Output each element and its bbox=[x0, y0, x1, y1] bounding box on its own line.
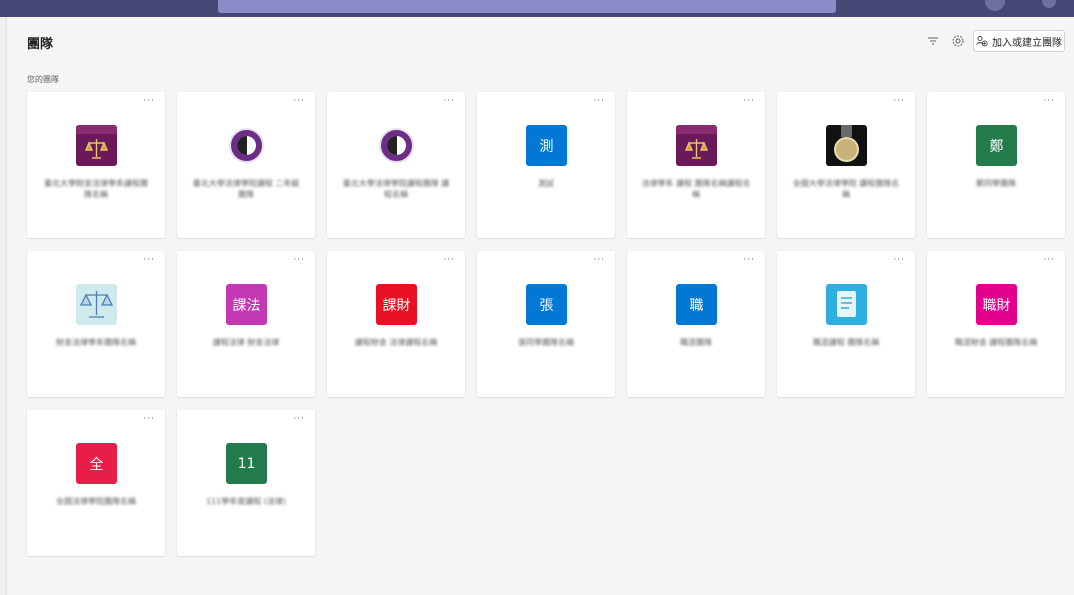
search-bar[interactable] bbox=[218, 0, 836, 13]
team-card[interactable]: ··· 全全國法律學院團隊名稱 bbox=[27, 410, 165, 556]
team-name: 財金法律學系團隊名稱 bbox=[56, 338, 136, 347]
university-seal-icon bbox=[376, 125, 417, 166]
more-options-icon[interactable]: ··· bbox=[293, 255, 305, 265]
more-options-icon[interactable]: ··· bbox=[293, 96, 305, 106]
team-name: 全國大學法律學院 課程團隊名稱 bbox=[792, 179, 900, 199]
join-button-label: 加入或建立團隊 bbox=[992, 37, 1062, 49]
your-teams-label: 您的團隊 bbox=[27, 75, 59, 84]
more-options-icon[interactable]: ··· bbox=[443, 255, 455, 265]
team-card[interactable]: ··· 財金法律學系團隊名稱 bbox=[27, 251, 165, 397]
team-avatar: 張 bbox=[526, 284, 567, 325]
team-name: 課程財金 法律課程名稱 bbox=[354, 338, 438, 347]
team-name: 臺北大學法律學院課程 二年級團隊 bbox=[192, 179, 300, 199]
team-name: 全國法律學院團隊名稱 bbox=[56, 497, 136, 506]
team-name: 職涯團隊 bbox=[680, 338, 712, 347]
team-card[interactable]: ··· 課法課程法律 財金法律 bbox=[177, 251, 315, 397]
join-or-create-team-button[interactable]: 加入或建立團隊 bbox=[973, 30, 1065, 52]
team-name: 測試 bbox=[538, 179, 554, 188]
user-avatar[interactable] bbox=[985, 0, 1005, 11]
team-name: 張同學團隊名稱 bbox=[518, 338, 574, 347]
team-card[interactable]: ··· 測測試 bbox=[477, 92, 615, 238]
team-card[interactable]: ··· 職職涯團隊 bbox=[627, 251, 765, 397]
team-name: 鄭同學團隊 bbox=[976, 179, 1016, 188]
team-avatar: 課財 bbox=[376, 284, 417, 325]
more-options-icon[interactable]: ··· bbox=[1043, 96, 1055, 106]
more-options-icon[interactable]: ··· bbox=[1043, 255, 1055, 265]
team-name: 臺北大學法律學院課程團隊 課程名稱 bbox=[342, 179, 450, 199]
team-card[interactable]: ··· 職財職涯財金 課程團隊名稱 bbox=[927, 251, 1065, 397]
more-options-icon[interactable]: ··· bbox=[443, 96, 455, 106]
filter-icon[interactable] bbox=[925, 33, 941, 49]
status-indicator bbox=[1042, 0, 1056, 8]
team-avatar: 職 bbox=[676, 284, 717, 325]
team-name: 111學年度課程 (法律) bbox=[205, 497, 287, 506]
university-crest-icon bbox=[76, 125, 117, 166]
team-name: 臺北大學財金法律學系課程團隊名稱 bbox=[44, 179, 148, 199]
team-card[interactable]: ··· 臺北大學財金法律學系課程團隊名稱 bbox=[27, 92, 165, 238]
more-options-icon[interactable]: ··· bbox=[743, 255, 755, 265]
more-options-icon[interactable]: ··· bbox=[593, 255, 605, 265]
more-options-icon[interactable]: ··· bbox=[593, 96, 605, 106]
more-options-icon[interactable]: ··· bbox=[743, 96, 755, 106]
more-options-icon[interactable]: ··· bbox=[143, 414, 155, 424]
page-title: 團隊 bbox=[27, 37, 54, 52]
team-name: 職涯課程 團隊名稱 bbox=[812, 338, 880, 347]
team-avatar: 課法 bbox=[226, 284, 267, 325]
team-card[interactable]: ··· 課財課程財金 法律課程名稱 bbox=[327, 251, 465, 397]
team-avatar: 測 bbox=[526, 125, 567, 166]
team-avatar: 全 bbox=[76, 443, 117, 484]
people-add-icon bbox=[976, 36, 988, 47]
more-options-icon[interactable]: ··· bbox=[893, 255, 905, 265]
team-card[interactable]: ··· 11 111學年度課程 (法律) bbox=[177, 410, 315, 556]
team-avatar: 鄭 bbox=[976, 125, 1017, 166]
app-top-bar bbox=[0, 0, 1074, 17]
teams-grid: ··· 臺北大學財金法律學系課程團隊名稱 ··· 臺北大學法律學院課程 二年級團隊 ··… bbox=[27, 92, 1065, 556]
team-card[interactable]: ··· 張張同學團隊名稱 bbox=[477, 251, 615, 397]
team-name: 法律學系 課程 團隊名稱課程名稱 bbox=[641, 179, 751, 199]
team-name: 課程法律 財金法律 bbox=[212, 338, 280, 347]
team-card[interactable]: ··· 職涯課程 團隊名稱 bbox=[777, 251, 915, 397]
team-avatar: 11 bbox=[226, 443, 267, 484]
team-card[interactable]: ··· 鄭鄭同學團隊 bbox=[927, 92, 1065, 238]
team-card[interactable]: ··· 臺北大學法律學院課程 二年級團隊 bbox=[177, 92, 315, 238]
more-options-icon[interactable]: ··· bbox=[293, 414, 305, 424]
team-card[interactable]: ··· 臺北大學法律學院課程團隊 課程名稱 bbox=[327, 92, 465, 238]
university-crest-icon bbox=[676, 125, 717, 166]
scales-icon bbox=[76, 284, 117, 325]
app-rail bbox=[0, 17, 7, 595]
university-seal-icon bbox=[226, 125, 267, 166]
medal-icon bbox=[826, 125, 867, 166]
more-options-icon[interactable]: ··· bbox=[143, 96, 155, 106]
team-card[interactable]: ··· 法律學系 課程 團隊名稱課程名稱 bbox=[627, 92, 765, 238]
gear-icon[interactable] bbox=[950, 33, 966, 49]
team-card[interactable]: ··· 全國大學法律學院 課程團隊名稱 bbox=[777, 92, 915, 238]
team-name: 職涯財金 課程團隊名稱 bbox=[954, 338, 1038, 347]
team-avatar: 職財 bbox=[976, 284, 1017, 325]
more-options-icon[interactable]: ··· bbox=[893, 96, 905, 106]
more-options-icon[interactable]: ··· bbox=[143, 255, 155, 265]
document-icon bbox=[826, 284, 867, 325]
